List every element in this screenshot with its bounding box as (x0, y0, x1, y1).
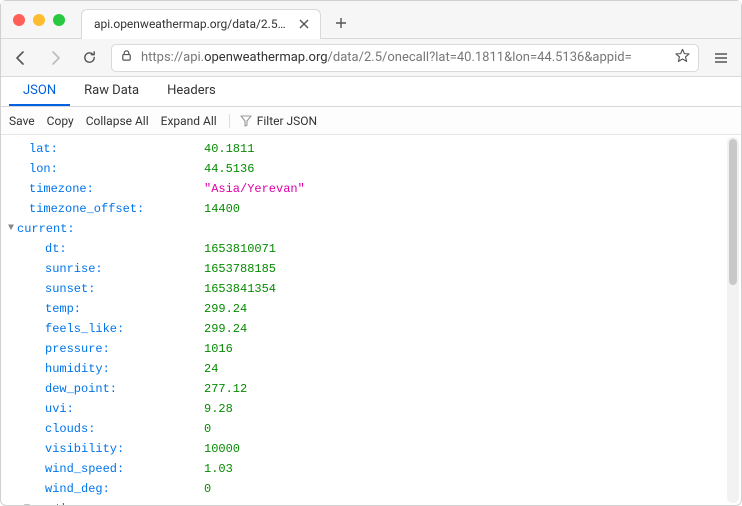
json-tree: lat:40.1811 lon:44.5136 timezone:"Asia/Y… (1, 135, 741, 505)
json-row[interactable]: dew_point:277.12 (5, 379, 741, 399)
tab-raw-data[interactable]: Raw Data (70, 77, 153, 106)
vertical-scrollbar[interactable] (727, 137, 739, 503)
json-row[interactable]: uvi:9.28 (5, 399, 741, 419)
close-window-button[interactable] (13, 14, 25, 26)
window-titlebar: api.openweathermap.org/data/2.5/on (1, 1, 741, 39)
copy-button[interactable]: Copy (47, 114, 74, 128)
json-toolbar: Save Copy Collapse All Expand All Filter… (1, 107, 741, 135)
chevron-down-icon: ▼ (21, 499, 33, 505)
json-row-expandable[interactable]: ▼current: (5, 219, 741, 239)
json-row[interactable]: clouds:0 (5, 419, 741, 439)
chevron-down-icon: ▼ (5, 219, 17, 239)
app-menu-button[interactable] (709, 46, 733, 70)
json-row[interactable]: timezone:"Asia/Yerevan" (5, 179, 741, 199)
filter-json-input[interactable]: Filter JSON (229, 114, 733, 128)
json-row-expandable[interactable]: ▼weather: (5, 499, 741, 505)
minimize-window-button[interactable] (33, 14, 45, 26)
json-row[interactable]: sunrise:1653788185 (5, 259, 741, 279)
json-row[interactable]: wind_deg:0 (5, 479, 741, 499)
json-row[interactable]: lon:44.5136 (5, 159, 741, 179)
json-row[interactable]: pressure:1016 (5, 339, 741, 359)
tab-json[interactable]: JSON (9, 77, 70, 106)
maximize-window-button[interactable] (53, 14, 65, 26)
tab-title: api.openweathermap.org/data/2.5/on (94, 17, 290, 31)
json-row[interactable]: dt:1653810071 (5, 239, 741, 259)
expand-all-button[interactable]: Expand All (161, 114, 217, 128)
json-row[interactable]: feels_like:299.24 (5, 319, 741, 339)
bookmark-star-icon[interactable] (675, 48, 690, 67)
save-button[interactable]: Save (9, 114, 35, 128)
filter-placeholder: Filter JSON (257, 114, 317, 128)
json-row[interactable]: humidity:24 (5, 359, 741, 379)
json-row[interactable]: timezone_offset:14400 (5, 199, 741, 219)
url-toolbar: https://api.openweathermap.org/data/2.5/… (1, 39, 741, 77)
scrollbar-thumb[interactable] (729, 139, 737, 285)
collapse-all-button[interactable]: Collapse All (86, 114, 149, 128)
new-tab-button[interactable] (327, 9, 355, 37)
url-text: https://api.openweathermap.org/data/2.5/… (141, 50, 667, 65)
reload-button[interactable] (77, 46, 101, 70)
tab-headers[interactable]: Headers (153, 77, 230, 106)
close-tab-button[interactable] (296, 16, 312, 32)
response-view-tabs: JSON Raw Data Headers (1, 77, 741, 107)
browser-tab[interactable]: api.openweathermap.org/data/2.5/on (81, 9, 321, 39)
address-bar[interactable]: https://api.openweathermap.org/data/2.5/… (111, 44, 699, 72)
json-row[interactable]: wind_speed:1.03 (5, 459, 741, 479)
json-row[interactable]: sunset:1653841354 (5, 279, 741, 299)
json-row[interactable]: lat:40.1811 (5, 139, 741, 159)
json-row[interactable]: visibility:10000 (5, 439, 741, 459)
forward-button[interactable] (43, 46, 67, 70)
funnel-icon (240, 115, 252, 127)
lock-icon (120, 49, 133, 66)
json-row[interactable]: temp:299.24 (5, 299, 741, 319)
back-button[interactable] (9, 46, 33, 70)
traffic-lights (13, 14, 65, 26)
